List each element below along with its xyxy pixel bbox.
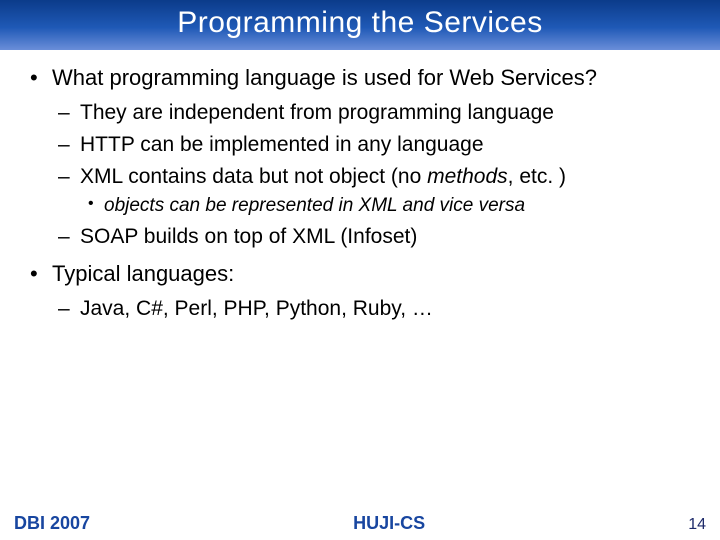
bullet-text: SOAP builds on top of XML (Infoset) — [80, 225, 417, 248]
footer-center: HUJI-CS — [353, 513, 425, 534]
footer-left: DBI 2007 — [14, 513, 90, 534]
bullet-l2: HTTP can be implemented in any language — [52, 132, 700, 158]
bullet-text: HTTP can be implemented in any language — [80, 133, 484, 156]
slide-body: What programming language is used for We… — [0, 50, 720, 513]
bullet-text: Typical languages: — [52, 261, 234, 286]
bullet-text: Java, C#, Perl, PHP, Python, Ruby, … — [80, 297, 433, 320]
bullet-l2: SOAP builds on top of XML (Infoset) — [52, 224, 700, 250]
slide-title: Programming the Services — [0, 6, 720, 40]
bullet-l1: Typical languages: Java, C#, Perl, PHP, … — [20, 260, 700, 322]
bullet-text: What programming language is used for We… — [52, 65, 597, 90]
bullet-text: They are independent from programming la… — [80, 101, 554, 124]
bullet-l2: XML contains data but not object (no met… — [52, 164, 700, 218]
bullet-text: , etc. ) — [508, 165, 566, 188]
bullet-l1: What programming language is used for We… — [20, 64, 700, 250]
bullet-text-em: methods — [427, 165, 508, 188]
footer: DBI 2007 HUJI-CS 14 — [0, 513, 720, 540]
title-bar: Programming the Services — [0, 0, 720, 50]
bullet-l3: objects can be represented in XML and vi… — [80, 194, 700, 218]
bullet-text: objects can be represented in XML and vi… — [104, 195, 525, 216]
page-number: 14 — [688, 516, 706, 534]
bullet-l2: Java, C#, Perl, PHP, Python, Ruby, … — [52, 296, 700, 322]
bullet-l2: They are independent from programming la… — [52, 100, 700, 126]
bullet-text: XML contains data but not object (no — [80, 165, 427, 188]
